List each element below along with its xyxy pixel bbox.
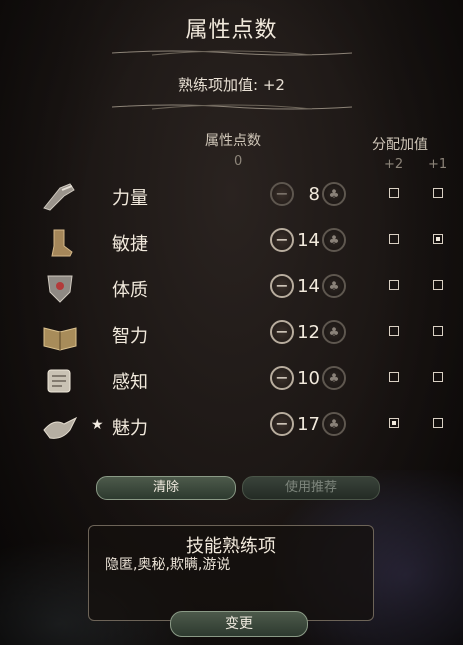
ability-value: 10 bbox=[297, 368, 320, 389]
gauntlet-icon bbox=[40, 180, 80, 214]
plus2-checkbox[interactable] bbox=[389, 234, 399, 244]
decrease-button[interactable]: − bbox=[270, 412, 294, 436]
ability-row-wisdom: 感知 − 10 ♣ bbox=[0, 362, 463, 402]
plus2-header: +2 bbox=[384, 157, 404, 172]
plus1-checkbox[interactable] bbox=[433, 326, 443, 336]
ability-value: 17 bbox=[297, 414, 320, 435]
ability-name: 感知 bbox=[112, 372, 148, 393]
panel-title: 属性点数 bbox=[185, 18, 278, 43]
ability-value: 12 bbox=[297, 322, 320, 343]
ability-points-header: 属性点数 bbox=[205, 133, 261, 149]
decrease-button[interactable]: − bbox=[270, 366, 294, 390]
use-recommended-button[interactable]: 使用推荐 bbox=[242, 476, 380, 500]
plus1-checkbox[interactable] bbox=[433, 280, 443, 290]
star-icon: ★ bbox=[91, 417, 104, 433]
increase-button[interactable]: ♣ bbox=[322, 366, 346, 390]
open-book-icon bbox=[40, 318, 80, 352]
skill-proficiency-panel: 技能熟练项 隐匿,奥秘,欺瞒,游说 bbox=[88, 525, 374, 621]
plus2-checkbox[interactable] bbox=[389, 188, 399, 198]
increase-button[interactable]: ♣ bbox=[322, 274, 346, 298]
ability-row-charisma: ★ 魅力 − 17 ♣ bbox=[0, 408, 463, 448]
ability-name: 智力 bbox=[112, 326, 148, 347]
plus2-checkbox[interactable] bbox=[389, 280, 399, 290]
decrease-button[interactable]: − bbox=[270, 182, 294, 206]
boot-icon bbox=[40, 226, 80, 260]
ability-row-intelligence: 智力 − 12 ♣ bbox=[0, 316, 463, 356]
skill-proficiency-list: 隐匿,奥秘,欺瞒,游说 bbox=[105, 557, 231, 573]
ability-row-dexterity: 敏捷 − 14 ♣ bbox=[0, 224, 463, 264]
ability-row-strength: 力量 − 8 ♣ bbox=[0, 178, 463, 218]
ability-name: 力量 bbox=[112, 188, 148, 209]
decrease-button[interactable]: − bbox=[270, 320, 294, 344]
points-remaining: 0 bbox=[234, 154, 243, 169]
plus2-checkbox[interactable] bbox=[389, 418, 399, 428]
decrease-button[interactable]: − bbox=[270, 274, 294, 298]
decrease-button[interactable]: − bbox=[270, 228, 294, 252]
increase-button[interactable]: ♣ bbox=[322, 412, 346, 436]
plus2-checkbox[interactable] bbox=[389, 372, 399, 382]
hand-bird-icon bbox=[40, 410, 80, 444]
title-ornament bbox=[111, 46, 352, 60]
bonus-ornament bbox=[111, 100, 352, 114]
ability-row-constitution: 体质 − 14 ♣ bbox=[0, 270, 463, 310]
allocation-header: 分配加值 bbox=[372, 137, 428, 153]
proficiency-bonus: 熟练项加值: +2 bbox=[178, 76, 285, 94]
increase-button[interactable]: ♣ bbox=[322, 228, 346, 252]
ability-value: 14 bbox=[297, 276, 320, 297]
plus2-checkbox[interactable] bbox=[389, 326, 399, 336]
ability-value: 14 bbox=[297, 230, 320, 251]
plus1-checkbox[interactable] bbox=[433, 418, 443, 428]
plus1-checkbox[interactable] bbox=[433, 234, 443, 244]
increase-button[interactable]: ♣ bbox=[322, 182, 346, 206]
heart-shield-icon bbox=[40, 272, 80, 306]
increase-button[interactable]: ♣ bbox=[322, 320, 346, 344]
change-button[interactable]: 变更 bbox=[170, 611, 308, 637]
plus1-checkbox[interactable] bbox=[433, 372, 443, 382]
plus1-checkbox[interactable] bbox=[433, 188, 443, 198]
ability-value: 8 bbox=[308, 184, 320, 205]
ability-name: 魅力 bbox=[112, 418, 148, 439]
plus1-header: +1 bbox=[428, 157, 448, 172]
ability-name: 敏捷 bbox=[112, 234, 148, 255]
ability-name: 体质 bbox=[112, 280, 148, 301]
scroll-icon bbox=[40, 364, 80, 398]
clear-button[interactable]: 清除 bbox=[96, 476, 236, 500]
